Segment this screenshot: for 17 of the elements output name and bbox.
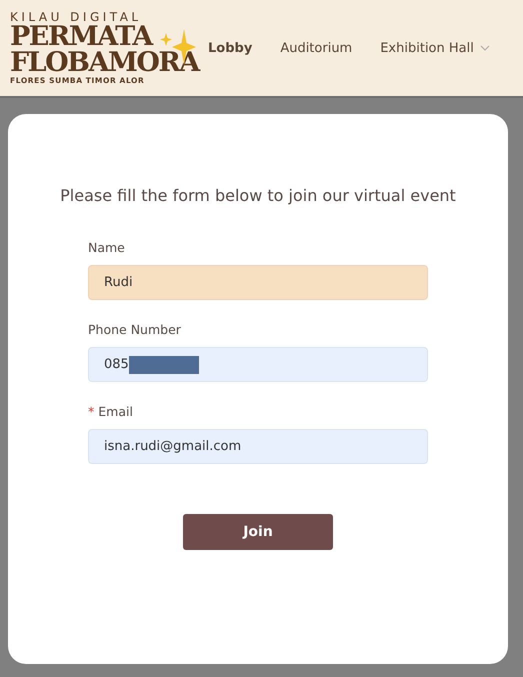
field-label: Email <box>98 404 133 419</box>
form-title: Please fill the form below to join our virtual event <box>60 186 456 205</box>
field-label: Phone Number <box>88 322 181 337</box>
field-label: Name <box>88 240 125 255</box>
input-field[interactable]: 085 <box>88 347 428 382</box>
nav-link[interactable]: Lobby <box>202 40 274 56</box>
required-mark: * <box>88 404 94 419</box>
join-button[interactable]: Join <box>183 514 333 550</box>
chevron-down-icon <box>480 45 490 51</box>
input-field[interactable]: isna.rudi@gmail.com <box>88 429 428 464</box>
redaction-block <box>128 356 199 374</box>
nav-link[interactable]: Exhibition Hall <box>374 40 512 56</box>
logo-title: FLOBAMORA <box>10 50 198 76</box>
input-field[interactable]: Rudi <box>88 265 428 300</box>
logo-title: PERMATA <box>10 24 153 50</box>
logo-tagline: KILAU DIGITAL <box>10 10 143 24</box>
nav-link[interactable]: Auditorium <box>274 40 374 56</box>
